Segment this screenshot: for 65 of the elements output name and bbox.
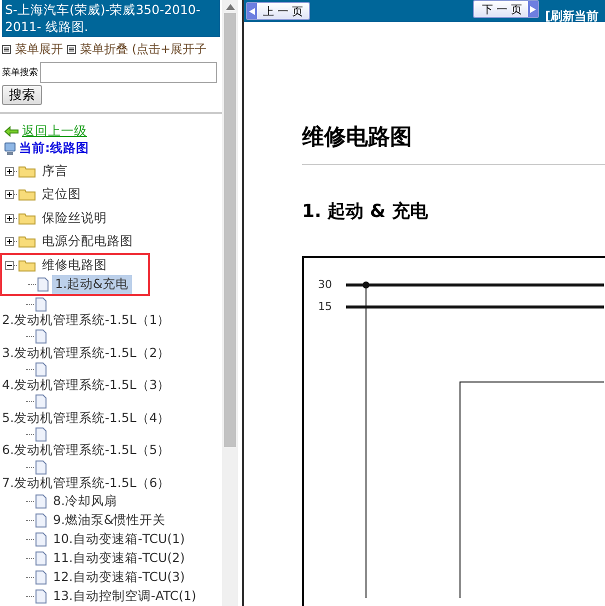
tree-heading: 7.发动机管理系统-1.5L（6）: [1, 474, 170, 492]
tree-item[interactable]: 11.自动变速箱-TCU(2): [50, 548, 188, 568]
folder-label[interactable]: 电源分配电路图: [39, 232, 136, 252]
next-page-button[interactable]: 下 一 页: [473, 0, 539, 18]
document-icon: [35, 532, 47, 547]
document-icon: [35, 512, 47, 528]
document-icon: [35, 570, 47, 585]
document-icon: [35, 550, 47, 566]
menu-icon: [2, 45, 11, 54]
document-icon: [35, 494, 47, 509]
tree-heading: 5.发动机管理系统-1.5L（4）: [1, 410, 170, 427]
document-icon: [35, 362, 47, 377]
tree-item[interactable]: 12.自动变速箱-TCU(3): [50, 568, 188, 587]
folder-label[interactable]: 保险丝说明: [39, 208, 110, 228]
tree-item[interactable]: 13.自动控制空调-ATC(1): [50, 586, 200, 606]
tree-heading: 4.发动机管理系统-1.5L（3）: [1, 377, 170, 394]
document-icon: [35, 296, 47, 312]
search-button[interactable]: 搜索: [2, 85, 42, 105]
document-icon: [35, 329, 47, 344]
folder-label[interactable]: 序言: [39, 162, 71, 181]
page-heading: 维修电路图: [302, 122, 605, 165]
expand-icon[interactable]: [5, 190, 14, 200]
tree-heading: 3.发动机管理系统-1.5L（2）: [1, 344, 170, 362]
folder-icon: [18, 235, 36, 248]
folder-icon: [18, 212, 36, 225]
search-field[interactable]: [40, 62, 217, 83]
refresh-link[interactable]: [刷新当前: [545, 8, 598, 25]
back-arrow-icon: [4, 126, 19, 137]
expand-icon[interactable]: [5, 214, 14, 223]
document-icon: [35, 394, 47, 410]
collapse-icon[interactable]: [5, 260, 14, 270]
expand-icon[interactable]: [5, 166, 14, 176]
computer-icon: [4, 142, 16, 156]
wire-label: 30: [318, 278, 332, 291]
left-arrow-icon: [249, 8, 255, 14]
document-icon: [35, 588, 47, 604]
section-heading: 1. 起动 & 充电: [302, 200, 429, 223]
tree-item[interactable]: 1.起动&充电: [52, 275, 132, 294]
folder-icon: [18, 258, 36, 272]
window-title: S-上海汽车(荣威)-荣威350-2010-2011- 线路图.: [2, 0, 220, 37]
search-label: 菜单搜索: [2, 66, 38, 79]
scroll-up-icon[interactable]: [226, 4, 234, 10]
scroll-thumb[interactable]: [224, 13, 236, 447]
folder-label[interactable]: 定位图: [39, 185, 84, 204]
folder-icon: [18, 164, 36, 178]
expand-icon[interactable]: [5, 237, 14, 246]
folder-icon: [18, 188, 36, 202]
previous-page-button[interactable]: 上 一 页: [246, 2, 310, 20]
tree-heading: 6.发动机管理系统-1.5L（5）: [1, 442, 170, 460]
document-icon: [37, 277, 49, 292]
tree-item[interactable]: 10.自动变速箱-TCU(1): [50, 530, 188, 549]
wire-label: 15: [318, 300, 332, 313]
current-location: 当前:线路图: [19, 140, 89, 157]
tree-item[interactable]: 8.冷却风扇: [50, 492, 120, 511]
tree-heading: 2.发动机管理系统-1.5L（1）: [1, 312, 170, 329]
menu-toggle-link[interactable]: 菜单折叠 (点击+展开子: [80, 41, 207, 58]
tree-item[interactable]: 9.燃油泵&惯性开关: [50, 510, 169, 530]
right-arrow-icon: [530, 6, 536, 12]
menu-icon: [67, 45, 76, 54]
menu-toggle-link[interactable]: 菜单展开: [15, 41, 63, 58]
scrollbar[interactable]: [222, 0, 238, 606]
back-link[interactable]: 返回上一级: [22, 123, 87, 140]
folder-label[interactable]: 维修电路图: [39, 256, 110, 275]
document-icon: [35, 460, 47, 475]
document-icon: [35, 427, 47, 442]
